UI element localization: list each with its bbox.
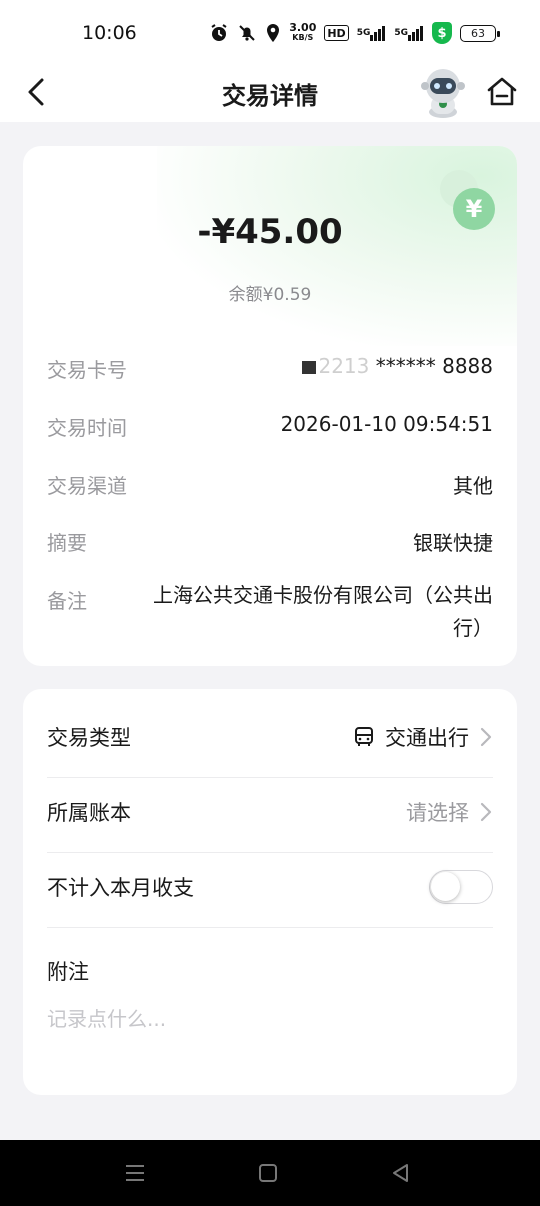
menu-icon [126,1165,144,1181]
home-button[interactable] [484,74,520,110]
chevron-right-icon [480,727,492,747]
transaction-type-row[interactable]: 交易类型 交通出行 [47,703,493,778]
shield-icon: $ [432,22,452,44]
nav-bar: 交易详情 [0,62,540,122]
home-icon [487,77,517,106]
channel-value: 其他 [453,474,493,498]
back-nav-button[interactable] [388,1160,414,1186]
note-label: 附注 [47,960,89,984]
signal-icon: 5G [357,25,387,41]
masked-block [302,361,317,374]
transaction-type-label: 交易类型 [47,726,131,750]
transaction-details-card: 交易类型 交通出行 所属账本 请选择 不计入本月收支 附注 [23,689,517,1095]
location-icon [265,23,281,43]
exclude-month-toggle[interactable] [429,870,493,904]
menu-button[interactable] [122,1160,148,1186]
toggle-knob [431,872,460,901]
time-label: 交易时间 [47,416,127,440]
remark-value: 上海公共交通卡股份有限公司（公共出行） [153,583,493,640]
remark-label: 备注 [47,589,87,613]
ledger-row[interactable]: 所属账本 请选择 [47,778,493,853]
exclude-month-row: 不计入本月收支 [47,853,493,928]
card-number-value: 2213 ****** 8888 [302,354,493,378]
bell-off-icon [237,23,257,43]
time-value: 2026-01-10 09:54:51 [280,412,493,436]
chevron-right-icon [480,802,492,822]
channel-label: 交易渠道 [47,474,127,498]
battery-icon: 63 [460,24,500,42]
signal-icon-2: 5G [394,25,424,41]
home-nav-button[interactable] [255,1160,281,1186]
status-bar: 10:06 3.00 KB/S HD 5G 5G $ 63 [0,0,540,62]
transaction-amount: -¥45.00 [197,212,343,252]
square-icon [259,1164,277,1182]
system-navigation-bar [0,1140,540,1206]
balance-text: 余额¥0.59 [228,285,312,305]
summary-label: 摘要 [47,531,87,555]
bus-icon [355,727,373,746]
hd-badge: HD [324,25,349,41]
network-speed: 3.00 KB/S [289,21,317,42]
triangle-back-icon [393,1164,408,1182]
status-icons: 3.00 KB/S HD 5G 5G $ 63 [209,21,500,44]
card-number-label: 交易卡号 [47,358,127,382]
transaction-summary-card: ¥ -¥45.00 余额¥0.59 交易卡号 2213 ****** 8888 … [23,146,517,666]
status-time: 10:06 [82,22,137,44]
note-input[interactable] [47,1007,487,1031]
exclude-month-label: 不计入本月收支 [47,876,194,900]
transaction-type-value: 交通出行 [385,726,469,750]
ledger-label: 所属账本 [47,801,131,825]
alarm-icon [209,23,229,43]
summary-value: 银联快捷 [413,531,493,555]
ledger-value: 请选择 [406,801,469,825]
robot-avatar-icon[interactable] [418,66,468,118]
